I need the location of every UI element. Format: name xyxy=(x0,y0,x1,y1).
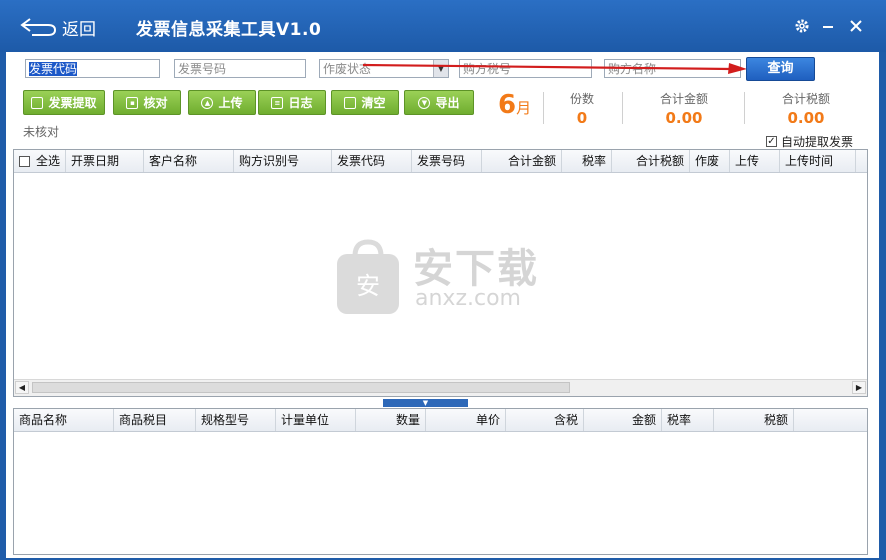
horizontal-scrollbar[interactable]: ◀ ▶ xyxy=(14,379,867,396)
upload-label: 上传 xyxy=(218,96,243,110)
column-header[interactable]: 计量单位 xyxy=(276,409,356,431)
trash-icon xyxy=(344,96,357,109)
column-header[interactable]: 购方识别号 xyxy=(234,150,332,172)
month-unit: 月 xyxy=(516,99,532,117)
current-month: 6月 xyxy=(498,90,531,120)
check-status: 未核对 xyxy=(23,125,60,139)
scrollbar-thumb[interactable] xyxy=(32,382,570,393)
auto-extract-option[interactable]: ✓ 自动提取发票 xyxy=(766,133,853,150)
select-all-column[interactable]: 全选 xyxy=(14,150,66,172)
extract-label: 发票提取 xyxy=(48,96,97,110)
auto-extract-checkbox[interactable]: ✓ xyxy=(766,136,777,147)
detail-table: 商品名称 商品税目 规格型号 计量单位 数量 单价 含税 金额 税率 税额 xyxy=(13,408,868,555)
export-icon: ▼ xyxy=(418,96,431,109)
column-header[interactable]: 作废 xyxy=(690,150,730,172)
minimize-icon[interactable] xyxy=(818,16,838,36)
check-label: 核对 xyxy=(143,96,168,110)
log-label: 日志 xyxy=(288,96,313,110)
watermark-logo: 安 安下载 anxz.com xyxy=(333,236,563,326)
column-header[interactable]: 上传 xyxy=(730,150,780,172)
month-number: 6 xyxy=(498,90,517,120)
column-header[interactable]: 上传时间 xyxy=(780,150,856,172)
select-all-checkbox[interactable] xyxy=(19,155,30,167)
watermark-sub: anxz.com xyxy=(415,286,521,311)
count-value: 0 xyxy=(576,109,588,127)
column-header[interactable]: 开票日期 xyxy=(66,150,144,172)
count-label: 份数 xyxy=(569,92,594,106)
column-header[interactable]: 税率 xyxy=(662,409,714,431)
column-header[interactable]: 合计金额 xyxy=(482,150,562,172)
invoice-table-header: 全选 开票日期 客户名称 购方识别号 发票代码 发票号码 合计金额 税率 合计税… xyxy=(14,150,867,173)
bag-icon: 安 xyxy=(337,239,399,314)
auto-extract-label: 自动提取发票 xyxy=(781,135,854,149)
total-tax-stat: 合计税额 0.00 xyxy=(768,90,844,127)
upload-icon: ▲ xyxy=(201,96,214,109)
column-header[interactable]: 数量 xyxy=(356,409,426,431)
panel-splitter[interactable]: ▼ xyxy=(383,399,468,407)
invoice-code-placeholder: 发票代码 xyxy=(29,62,78,76)
column-header[interactable]: 含税 xyxy=(506,409,584,431)
export-label: 导出 xyxy=(435,96,460,110)
back-button[interactable]: 返回 xyxy=(18,10,104,44)
count-stat: 份数 0 xyxy=(562,90,602,127)
column-header[interactable]: 税率 xyxy=(562,150,612,172)
check-icon: ▪ xyxy=(126,96,139,109)
annotation-arrow xyxy=(362,63,747,74)
column-header[interactable]: 合计税额 xyxy=(612,150,690,172)
svg-text:安: 安 xyxy=(356,272,380,300)
total-amount-label: 合计金额 xyxy=(659,92,708,106)
column-header[interactable]: 发票代码 xyxy=(332,150,412,172)
log-button[interactable]: ≡ 日志 xyxy=(258,90,326,115)
divider xyxy=(543,92,544,124)
main-panel: 发票代码 发票号码 作废状态 ▼ 购方税号 购方名称 查询 发票提取 ▪ 核对 … xyxy=(6,52,879,558)
total-tax-value: 0.00 xyxy=(787,109,825,127)
invoice-number-input[interactable]: 发票号码 xyxy=(174,59,306,78)
log-icon: ≡ xyxy=(271,96,284,109)
extract-invoice-button[interactable]: 发票提取 xyxy=(23,90,105,115)
column-header[interactable]: 发票号码 xyxy=(412,150,482,172)
check-button[interactable]: ▪ 核对 xyxy=(113,90,181,115)
window-title: 发票信息采集工具V1.0 xyxy=(136,20,322,40)
total-amount-value: 0.00 xyxy=(665,109,703,127)
chevron-down-icon: ▼ xyxy=(422,399,429,407)
column-header[interactable]: 商品税目 xyxy=(114,409,196,431)
app-window: 返回 发票信息采集工具V1.0 发票代码 发票号码 作废状态 ▼ 购方税号 购方… xyxy=(0,0,886,560)
extract-icon xyxy=(31,96,44,109)
back-arrow-icon xyxy=(20,18,57,36)
scroll-left-icon[interactable]: ◀ xyxy=(15,381,29,394)
title-bar: 返回 发票信息采集工具V1.0 xyxy=(0,0,886,52)
clear-label: 清空 xyxy=(361,96,386,110)
scroll-right-icon[interactable]: ▶ xyxy=(852,381,866,394)
detail-table-header: 商品名称 商品税目 规格型号 计量单位 数量 单价 含税 金额 税率 税额 xyxy=(14,409,867,432)
divider xyxy=(744,92,745,124)
gear-icon[interactable] xyxy=(792,16,812,36)
total-amount-stat: 合计金额 0.00 xyxy=(646,90,722,127)
clear-button[interactable]: 清空 xyxy=(331,90,399,115)
close-icon[interactable] xyxy=(846,16,866,36)
total-tax-label: 合计税额 xyxy=(781,92,830,106)
divider xyxy=(622,92,623,124)
column-header[interactable]: 商品名称 xyxy=(14,409,114,431)
query-button[interactable]: 查询 xyxy=(746,57,815,81)
invoice-code-input[interactable]: 发票代码 xyxy=(25,59,160,78)
column-header[interactable]: 客户名称 xyxy=(144,150,234,172)
column-header[interactable]: 规格型号 xyxy=(196,409,276,431)
column-header[interactable]: 单价 xyxy=(426,409,506,431)
column-header: 全选 xyxy=(35,154,60,168)
upload-button[interactable]: ▲ 上传 xyxy=(188,90,256,115)
export-button[interactable]: ▼ 导出 xyxy=(404,90,474,115)
back-label: 返回 xyxy=(62,19,96,40)
column-header[interactable]: 金额 xyxy=(584,409,662,431)
column-header[interactable]: 税额 xyxy=(714,409,794,431)
